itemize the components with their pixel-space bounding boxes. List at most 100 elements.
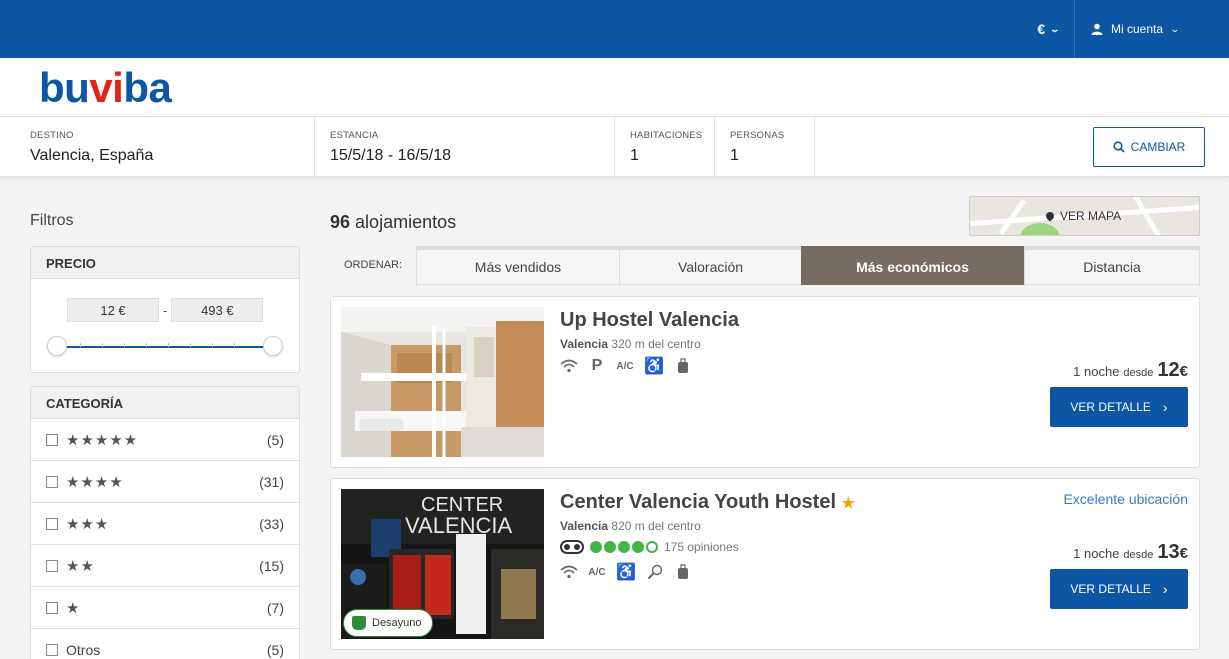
slider-tick xyxy=(190,343,191,347)
price-max-input[interactable]: 493 € xyxy=(171,298,264,322)
ac-icon: A/C xyxy=(588,566,606,578)
chevron-right-icon: › xyxy=(1162,581,1168,597)
hotel-distance: 320 m del centro xyxy=(611,337,701,351)
price-min-input[interactable]: 12 € xyxy=(67,298,159,322)
coffee-cup-icon xyxy=(352,616,366,630)
rooms-field[interactable]: HABITACIONES 1 xyxy=(615,117,715,177)
view-map-button[interactable]: VER MAPA xyxy=(969,196,1200,236)
price-slider-min-handle[interactable] xyxy=(47,336,67,356)
luggage-icon xyxy=(674,357,692,375)
category-row[interactable]: ★★ (15) xyxy=(31,545,299,587)
change-search-button[interactable]: CAMBIAR xyxy=(1093,127,1205,167)
slider-tick xyxy=(102,343,103,347)
category-count: (7) xyxy=(266,599,284,616)
account-label: Mi cuenta xyxy=(1111,22,1164,36)
tripadvisor-rating[interactable]: 175 opiniones xyxy=(560,540,739,554)
slider-tick xyxy=(212,343,213,347)
logo[interactable]: buviba xyxy=(39,64,172,112)
luggage-icon xyxy=(674,563,692,581)
checkbox[interactable] xyxy=(46,517,58,530)
from-label: desde xyxy=(1123,367,1154,379)
nights-label: 1 noche xyxy=(1073,546,1120,561)
tripadvisor-owl-icon xyxy=(560,540,584,554)
reviews-count: 175 opiniones xyxy=(664,540,739,554)
search-summary: DESTINO Valencia, España ESTANCIA 15/5/1… xyxy=(0,116,1229,177)
field-label: HABITACIONES xyxy=(630,130,703,141)
rating-bubbles xyxy=(590,541,658,553)
logo-bar: buviba xyxy=(0,58,1229,116)
category-row[interactable]: ★ (7) xyxy=(31,587,299,629)
checkbox[interactable] xyxy=(46,475,58,488)
price-info: 1 noche desde 13€ xyxy=(1073,541,1188,564)
category-row[interactable]: ★★★★ (31) xyxy=(31,461,299,503)
sort-label: ORDENAR: xyxy=(344,259,403,271)
top-bar: € ⌄ Mi cuenta ⌄ xyxy=(0,0,1229,58)
hotel-location: Valencia 320 m del centro xyxy=(560,337,701,351)
category-row[interactable]: ★★★★★ (5) xyxy=(31,419,299,461)
stars-rating: ★★★ xyxy=(66,515,110,533)
hotel-photo[interactable]: CENTER VALENCIA Desayuno xyxy=(341,489,544,639)
sort-tab-rating[interactable]: Valoración xyxy=(619,246,802,285)
button-label: CAMBIAR xyxy=(1130,140,1186,154)
chevron-right-icon: › xyxy=(1162,399,1168,415)
hotel-distance: 820 m del centro xyxy=(611,519,701,533)
filters-title: Filtros xyxy=(30,212,74,229)
hotel-name-row: Center Valencia Youth Hostel ★ xyxy=(560,491,855,514)
view-detail-button[interactable]: VER DETALLE › xyxy=(1050,569,1188,609)
checkbox[interactable] xyxy=(46,601,58,614)
sort-tab-cheapest[interactable]: Más económicos xyxy=(801,246,1024,285)
persons-field[interactable]: PERSONAS 1 xyxy=(715,117,815,177)
sort-tab-distance[interactable]: Distancia xyxy=(1024,246,1200,285)
button-label: VER DETALLE xyxy=(1070,400,1151,414)
breakfast-badge: Desayuno xyxy=(343,609,433,637)
sort-bar: ORDENAR: Más vendidos Valoración Más eco… xyxy=(330,246,1200,285)
stay-field[interactable]: ESTANCIA 15/5/18 - 16/5/18 xyxy=(315,117,615,177)
currency-selector[interactable]: € ⌄ xyxy=(1022,0,1074,58)
category-row[interactable]: ★★★ (33) xyxy=(31,503,299,545)
hotel-photo[interactable] xyxy=(341,307,544,457)
rating-bubble-filled xyxy=(618,541,630,553)
currency-label: € xyxy=(1037,21,1046,37)
results-count: 96 alojamientos xyxy=(330,212,456,233)
price-info: 1 noche desde 12€ xyxy=(1073,359,1188,382)
rating-bubble-filled xyxy=(590,541,602,553)
price-amount: 13€ xyxy=(1157,541,1188,564)
checkbox[interactable] xyxy=(46,643,58,656)
accessible-icon: ♿ xyxy=(616,564,636,581)
price-slider-max-handle[interactable] xyxy=(263,336,283,356)
hotel-name[interactable]: Up Hostel Valencia xyxy=(560,309,739,332)
view-detail-button[interactable]: VER DETALLE › xyxy=(1050,387,1188,427)
logo-part: bu xyxy=(39,64,90,111)
hotel-name[interactable]: Center Valencia Youth Hostel xyxy=(560,491,836,513)
category-count: (31) xyxy=(259,473,284,490)
accessible-icon: ♿ xyxy=(644,358,664,375)
user-icon xyxy=(1091,23,1103,35)
destination-field[interactable]: DESTINO Valencia, España xyxy=(15,117,315,177)
ac-icon: A/C xyxy=(616,360,634,372)
tennis-icon xyxy=(646,563,664,581)
map-road xyxy=(1132,197,1163,235)
field-value: 1 xyxy=(730,147,739,164)
amenities: A/C ♿ xyxy=(560,563,692,581)
star-icon: ★ xyxy=(841,495,856,512)
stars-rating: ★★ xyxy=(66,557,95,575)
price-value: 13 xyxy=(1157,541,1180,563)
category-count: (5) xyxy=(266,431,284,448)
category-count: (33) xyxy=(259,515,284,532)
stars-rating: ★★★★ xyxy=(66,473,124,491)
map-park xyxy=(1020,223,1060,235)
rating-tag: Excelente ubicación xyxy=(1063,491,1188,507)
field-label: ESTANCIA xyxy=(330,130,379,141)
account-menu[interactable]: Mi cuenta ⌄ xyxy=(1075,0,1229,58)
field-label: DESTINO xyxy=(30,130,74,141)
hotel-card: Up Hostel Valencia Valencia 320 m del ce… xyxy=(330,296,1200,468)
price-slider-track[interactable] xyxy=(57,346,273,348)
results-suffix: alojamientos xyxy=(355,212,457,232)
sort-tab-best-sellers[interactable]: Más vendidos xyxy=(416,246,620,285)
checkbox[interactable] xyxy=(46,559,58,572)
category-row[interactable]: Otros (5) xyxy=(31,629,299,659)
category-count: (15) xyxy=(259,557,284,574)
slider-tick xyxy=(146,343,147,347)
checkbox[interactable] xyxy=(46,433,58,446)
hotel-city: Valencia xyxy=(560,337,609,351)
